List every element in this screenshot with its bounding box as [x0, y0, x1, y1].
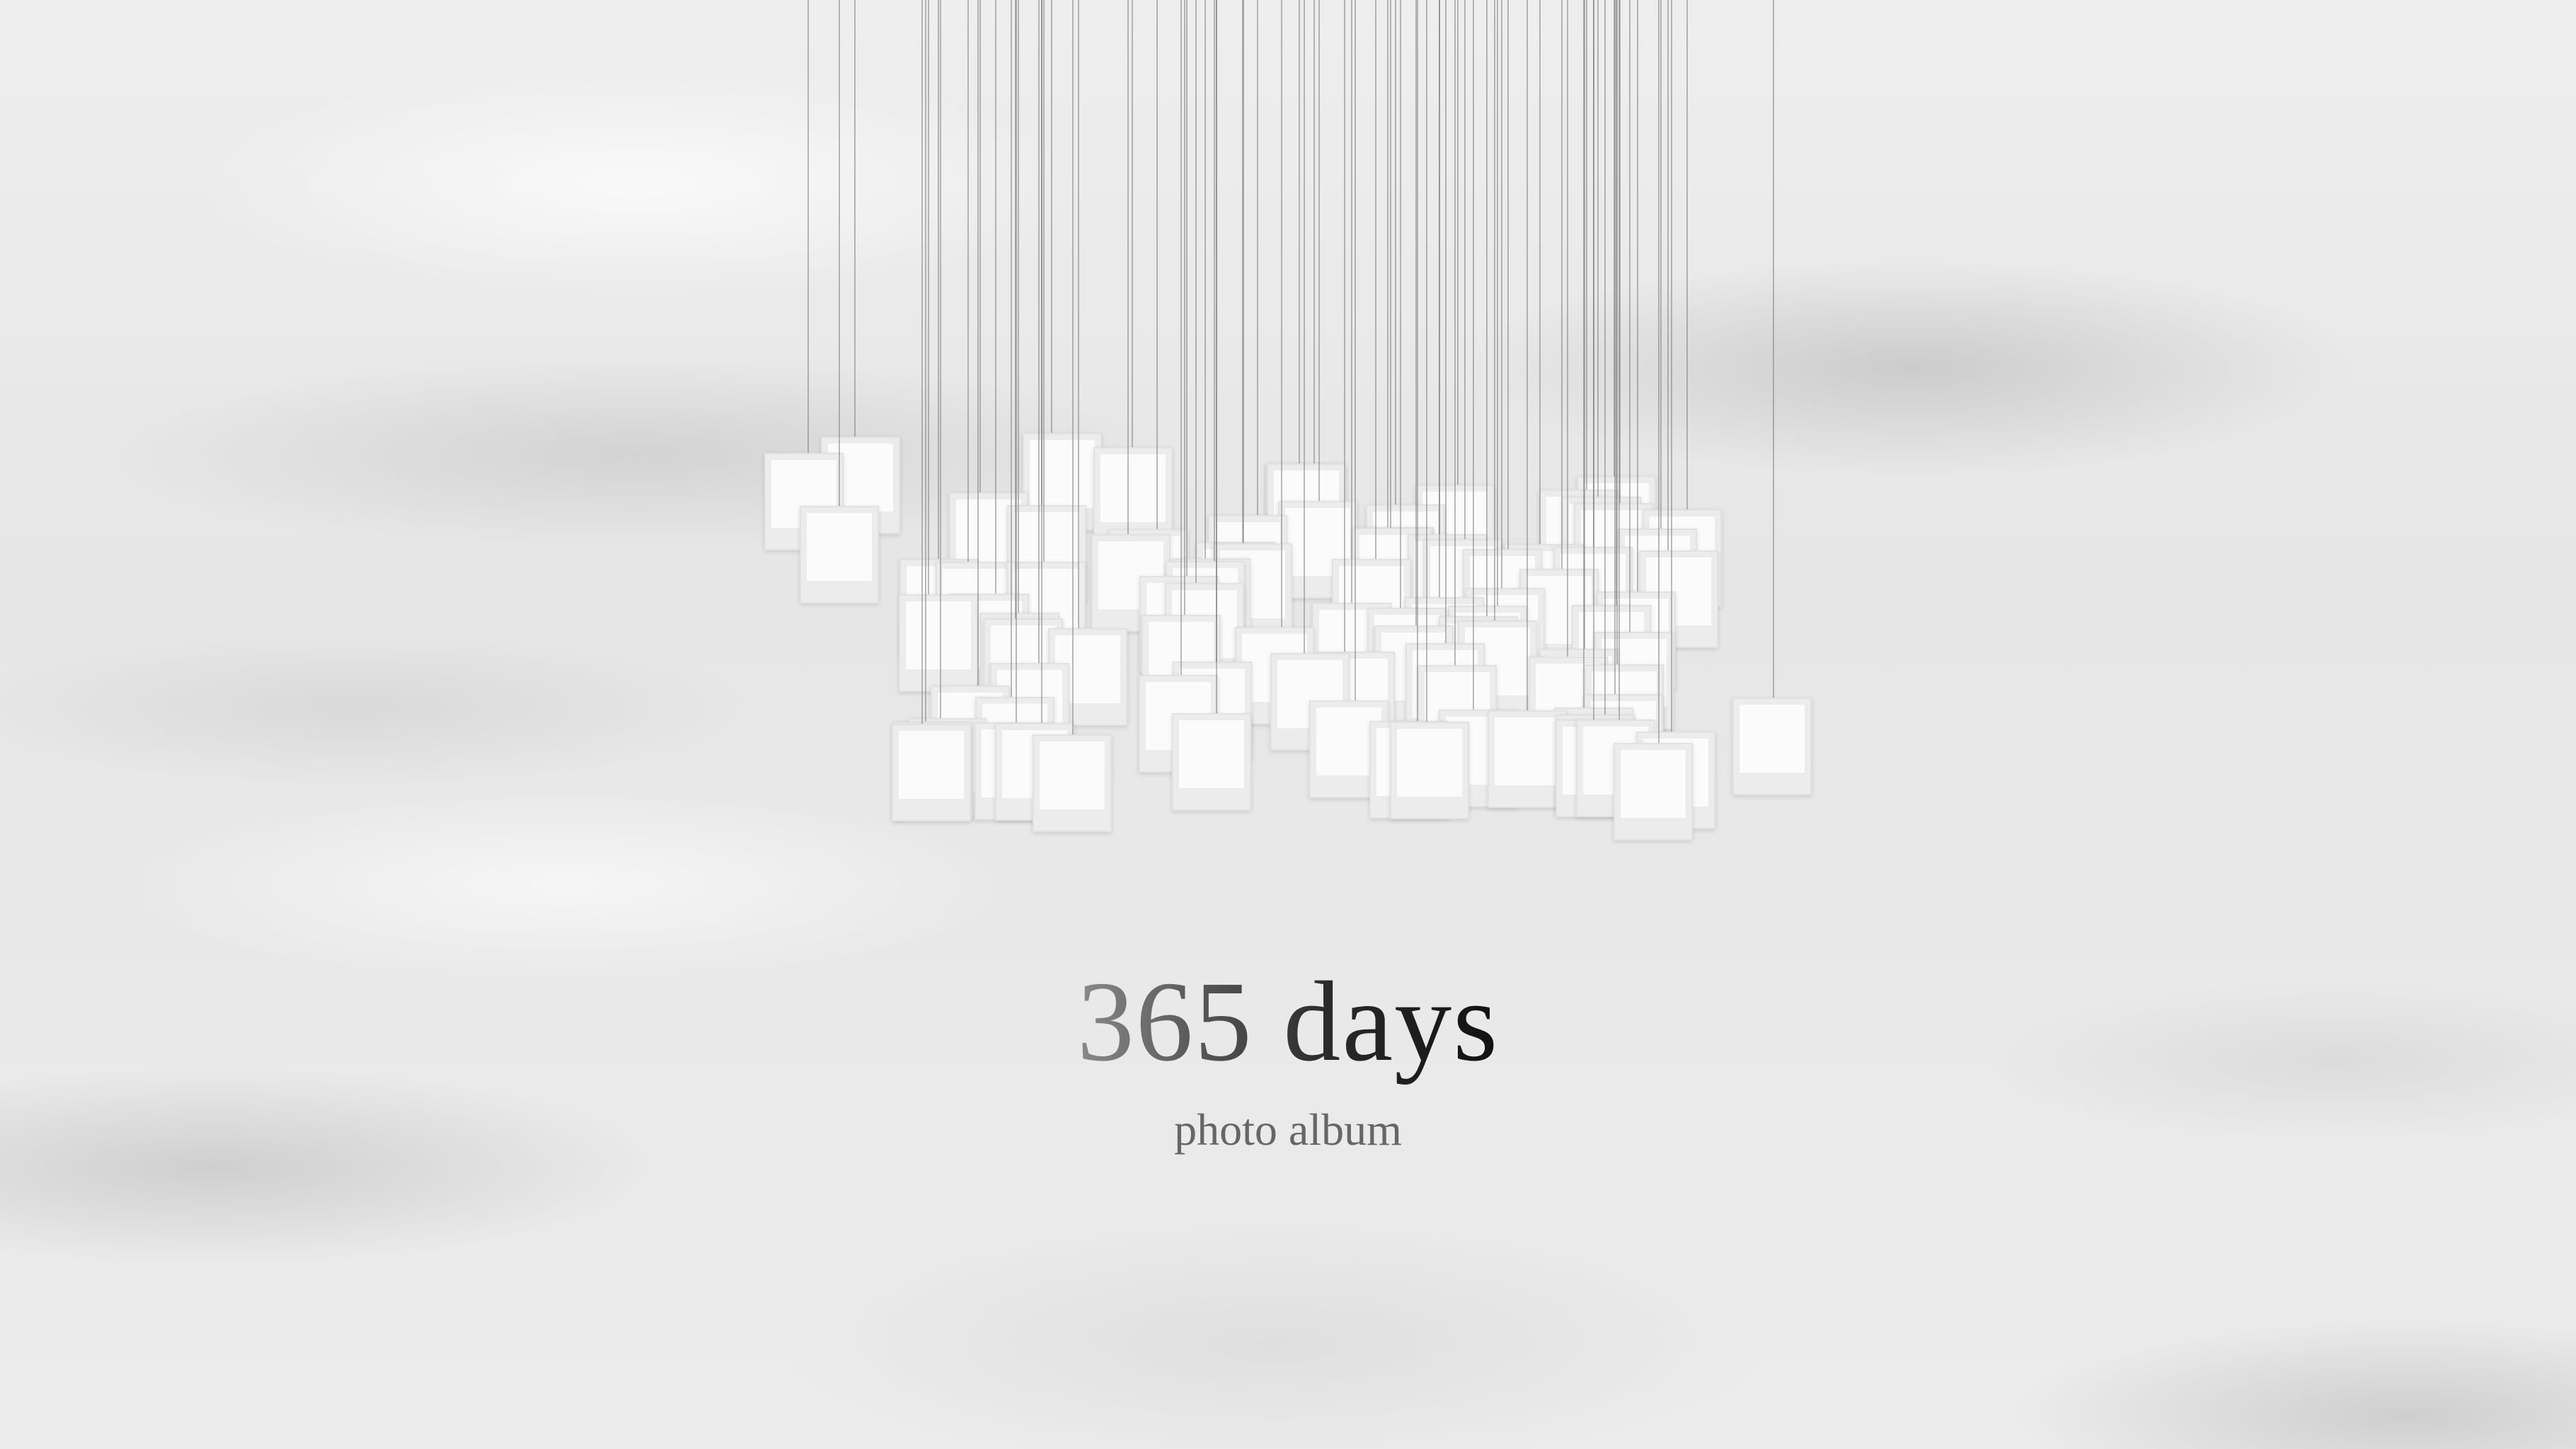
hanging-string: [1183, 0, 1185, 615]
hanging-string: [1604, 0, 1606, 715]
hanging-string: [1344, 0, 1346, 652]
hanging-string: [1156, 0, 1158, 530]
hanging-string: [1180, 0, 1183, 676]
hanging-string: [1355, 0, 1356, 700]
hanging-string: [1494, 0, 1496, 620]
hanging-string: [1132, 0, 1133, 447]
hanging-string: [1299, 0, 1300, 463]
hanging-string: [1456, 0, 1459, 485]
hanging-string: [1386, 0, 1388, 528]
hanging-string: [925, 0, 927, 722]
hanging-string: [1454, 0, 1456, 665]
hanging-string: [1041, 0, 1043, 723]
hanging-string: [1464, 0, 1466, 539]
hanging-photo-cluster: [0, 0, 2576, 1449]
hanging-string: [1318, 0, 1320, 502]
hanging-string: [1243, 0, 1245, 544]
hanging-string: [1280, 0, 1282, 627]
polaroid-photo[interactable]: [892, 723, 972, 821]
hanging-string: [1567, 0, 1568, 657]
hanging-string: [1614, 0, 1616, 695]
hanging-string: [1616, 0, 1618, 664]
hanging-string: [1313, 0, 1316, 463]
hanging-string: [1078, 0, 1080, 629]
hanging-string: [1526, 0, 1529, 711]
hanging-string: [1204, 0, 1206, 559]
hanging-string: [1216, 0, 1218, 714]
hanging-string: [928, 0, 929, 594]
hanging-string: [1351, 0, 1353, 603]
hanging-string: [1042, 0, 1045, 562]
hanging-string: [977, 0, 979, 686]
hanging-string: [1037, 0, 1040, 664]
hanging-string: [1507, 0, 1509, 550]
hanging-string: [1636, 0, 1638, 591]
hanging-string: [1186, 0, 1188, 577]
page-title: 365 days: [0, 952, 2576, 1093]
hanging-string: [1473, 0, 1475, 710]
hanging-string: [1395, 0, 1397, 504]
hanging-string: [1586, 0, 1587, 490]
hanging-string: [1486, 0, 1488, 617]
hanging-string: [995, 0, 997, 594]
hanging-string: [1072, 0, 1074, 735]
hanging-string: [1667, 0, 1669, 551]
hanging-string: [1010, 0, 1012, 698]
hanging-string: [807, 0, 809, 453]
hanging-string: [1496, 0, 1498, 606]
polaroid-photo[interactable]: [1033, 734, 1112, 833]
hanging-string: [1426, 0, 1428, 722]
hanging-string: [1773, 0, 1774, 698]
hanging-string: [979, 0, 981, 492]
polaroid-photo[interactable]: [800, 506, 879, 604]
polaroid-photo[interactable]: [1390, 722, 1470, 820]
hanging-string: [1389, 0, 1391, 528]
hanging-string: [1304, 0, 1306, 653]
polaroid-photo[interactable]: [1614, 743, 1693, 841]
hanging-string: [967, 0, 970, 562]
hanging-string: [940, 0, 942, 719]
hanging-string: [1444, 0, 1447, 643]
title-text: 365 days: [1076, 959, 1500, 1085]
hanging-string: [1051, 0, 1052, 433]
hanging-string: [1438, 0, 1440, 597]
hanging-string: [938, 0, 940, 559]
hanging-string: [1597, 0, 1599, 497]
hanging-string: [1583, 0, 1585, 708]
hanging-string: [1658, 0, 1660, 743]
hanging-string: [1195, 0, 1197, 584]
hanging-string: [839, 0, 840, 506]
hanging-string: [1660, 0, 1662, 529]
polaroid-photo[interactable]: [899, 594, 978, 692]
hanging-string: [1539, 0, 1541, 544]
hanging-string: [854, 0, 856, 437]
hanging-string: [1018, 0, 1020, 613]
hanging-string: [1256, 0, 1258, 516]
hanging-string: [1686, 0, 1688, 509]
hanging-string: [1400, 0, 1402, 608]
hanging-string: [1618, 0, 1620, 720]
polaroid-photo[interactable]: [1172, 713, 1252, 812]
hanging-string: [1127, 0, 1129, 535]
hanging-string: [1417, 0, 1419, 722]
hanging-string: [1015, 0, 1017, 722]
hanging-string: [921, 0, 924, 724]
polaroid-photo[interactable]: [1732, 698, 1812, 795]
hanging-string: [1671, 0, 1673, 732]
hanging-string: [1593, 0, 1595, 720]
hanging-string: [1629, 0, 1631, 632]
hanging-string: [1561, 0, 1563, 570]
hanging-string: [1500, 0, 1502, 588]
hanging-string: [1375, 0, 1377, 560]
page-subtitle: photo album: [1174, 1104, 1402, 1155]
